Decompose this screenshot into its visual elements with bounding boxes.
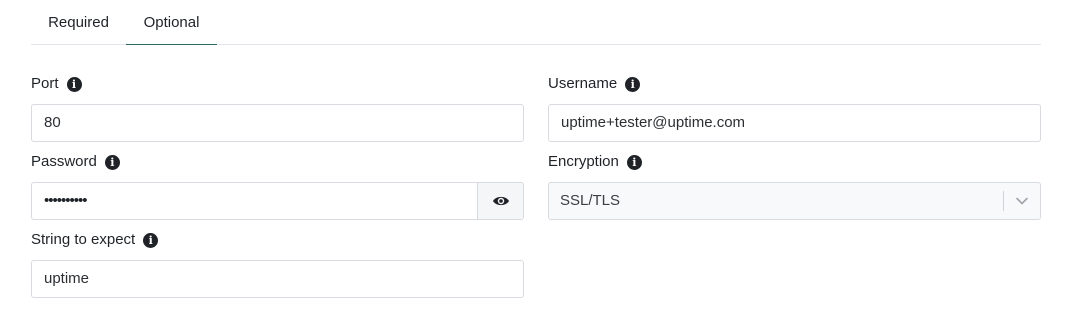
expect-input[interactable]: uptime [31,260,524,298]
encryption-selected-value: SSL/TLS [560,192,621,209]
info-icon[interactable]: i [104,154,120,170]
password-label-row: Password i [31,152,120,172]
select-separator [1003,191,1004,211]
port-label: Port [31,75,59,92]
expect-label-row: String to expect i [31,230,159,250]
password-input[interactable]: •••••••••• [32,183,479,219]
encryption-label-row: Encryption i [548,152,642,172]
tab-optional[interactable]: Optional [126,0,217,45]
show-password-button[interactable] [477,183,523,219]
encryption-label: Encryption [548,153,619,170]
tab-required[interactable]: Required [31,0,126,44]
port-input[interactable]: 80 [31,104,524,142]
encryption-select[interactable]: SSL/TLS [548,182,1041,220]
eye-icon [492,196,509,206]
info-icon[interactable]: i [626,154,642,170]
username-input[interactable]: uptime+tester@uptime.com [548,104,1041,142]
password-label: Password [31,153,97,170]
info-icon[interactable]: i [143,232,159,248]
tab-bar: Required Optional [31,0,1041,45]
username-label: Username [548,75,618,92]
info-icon[interactable]: i [625,76,641,92]
expect-label: String to expect [31,231,136,248]
port-label-row: Port i [31,74,82,94]
username-label-row: Username i [548,74,641,94]
info-icon[interactable]: i [66,76,82,92]
chevron-down-icon[interactable] [1015,195,1029,207]
password-field: •••••••••• [31,182,524,220]
